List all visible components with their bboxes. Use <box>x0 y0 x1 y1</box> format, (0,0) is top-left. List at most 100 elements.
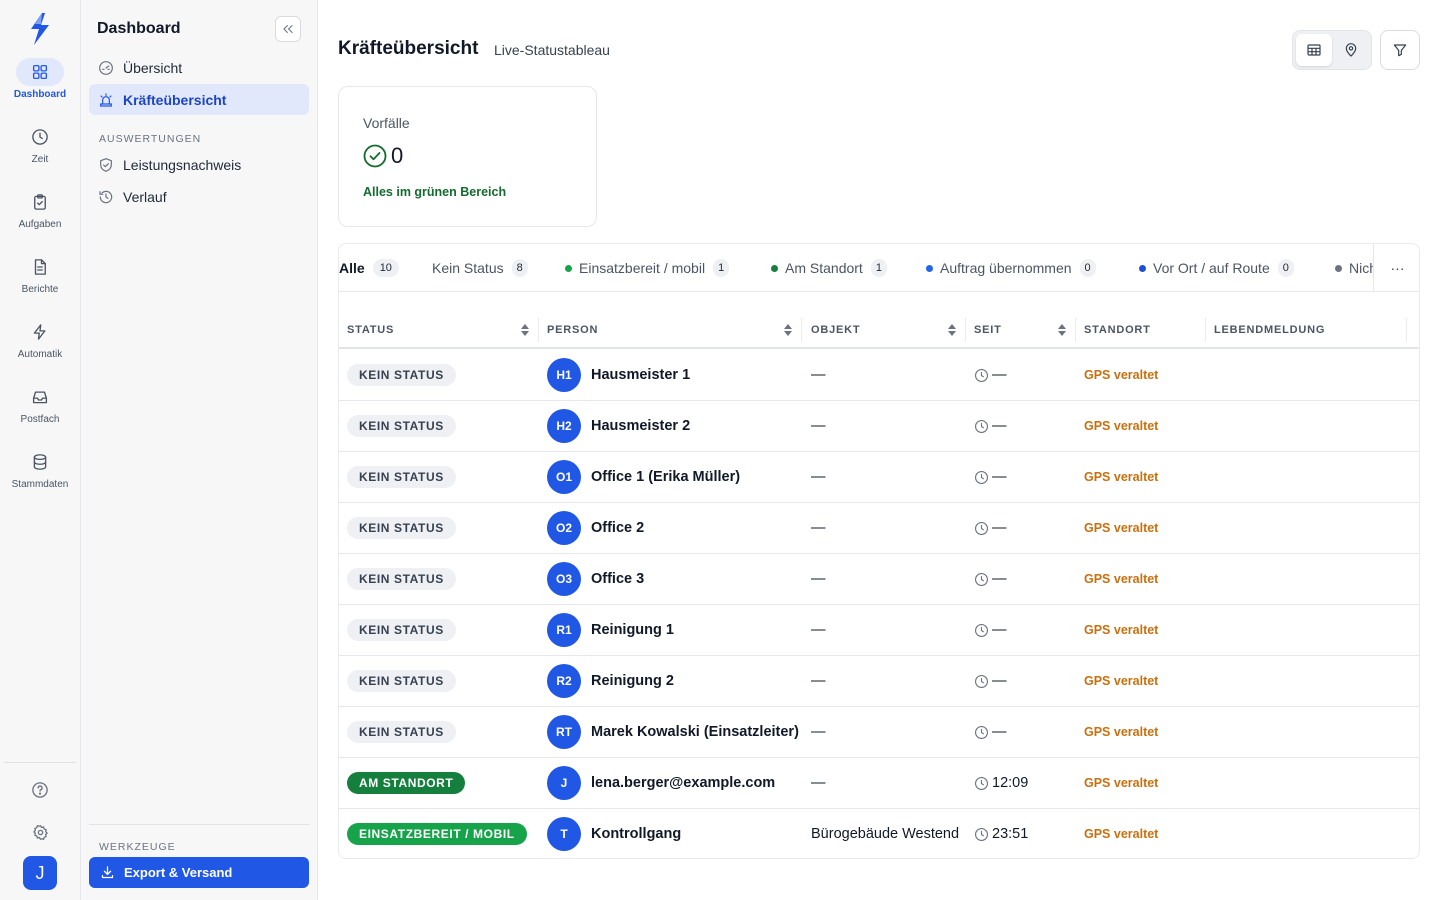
object-name: — <box>811 367 826 383</box>
rail-item-stammdaten[interactable]: Stammdaten <box>0 448 80 508</box>
table-view-button[interactable] <box>1296 34 1332 66</box>
rail-item-label: Stammdaten <box>11 479 69 490</box>
tab-auftrag-übernommen[interactable]: Auftrag übernommen 0 <box>926 244 1096 291</box>
filter-icon <box>1393 44 1407 57</box>
inbox-icon <box>16 383 64 411</box>
table-row[interactable]: KEIN STATUS RT Marek Kowalski (Einsatzleit… <box>339 707 1419 758</box>
since-value: — <box>992 418 1007 434</box>
status-badge: KEIN STATUS <box>347 721 456 743</box>
subnav-item-leistungsnachweis[interactable]: Leistungsnachweis <box>89 149 309 180</box>
rail-divider <box>4 762 76 763</box>
download-icon <box>99 865 115 881</box>
user-avatar[interactable]: J <box>23 856 57 890</box>
table-row[interactable]: AM STANDORT Jlena.berger@example.com — 12:0… <box>339 758 1419 809</box>
status-filter-tabs: Alle 10 Kein Status 8 Einsatzbereit / mobil 1… <box>339 244 1373 292</box>
rail-item-automatik[interactable]: Automatik <box>0 318 80 378</box>
object-name: — <box>811 469 826 485</box>
rail-item-zeit[interactable]: Zeit <box>0 123 80 183</box>
column-header-standort: STANDORT <box>1084 323 1151 336</box>
table-row[interactable]: KEIN STATUS R2 Reinigung 2 — — GPS veraltet <box>339 656 1419 707</box>
object-name: — <box>811 571 826 587</box>
column-header-seit[interactable]: SEIT <box>974 312 1002 347</box>
column-divider <box>538 318 539 342</box>
clock-icon <box>974 521 989 536</box>
app-rail: Dashboard Zeit Aufgaben Berichte Automatik Po… <box>0 0 81 900</box>
map-view-button[interactable] <box>1333 34 1369 66</box>
table-icon <box>1307 44 1321 56</box>
rail-item-label: Postfach <box>20 414 60 425</box>
document-icon <box>16 253 64 281</box>
table-row[interactable]: KEIN STATUS H2 Hausmeister 2 — — GPS veraltet <box>339 401 1419 452</box>
tab-count-badge: 1 <box>713 259 730 277</box>
page-subtitle: Live-Statustableau <box>494 42 610 58</box>
tab-am-standort[interactable]: Am Standort 1 <box>771 244 887 291</box>
person-name: Hausmeister 1 <box>591 367 691 383</box>
subnav-item-label: Leistungsnachweis <box>123 156 242 173</box>
incidents-card: Vorfälle 0 Alles im grünen Bereich <box>338 86 597 227</box>
rail-item-berichte[interactable]: Berichte <box>0 253 80 313</box>
person-name: Office 1 (Erika Müller) <box>591 469 741 485</box>
tab-vor-ort-auf-route[interactable]: Vor Ort / auf Route 0 <box>1139 244 1294 291</box>
subnav-item-kraefteuebersicht[interactable]: Kräfteübersicht <box>89 84 309 115</box>
export-button[interactable]: Export & Versand <box>89 857 309 888</box>
column-header-person[interactable]: PERSON <box>547 312 598 347</box>
since-value: — <box>992 571 1007 587</box>
filter-button[interactable] <box>1380 30 1420 70</box>
table-row[interactable]: KEIN STATUS O1 Office 1 (Erika Müller) — — GP… <box>339 452 1419 503</box>
sort-icon[interactable] <box>1057 312 1067 347</box>
clock-icon <box>974 419 989 434</box>
sort-icon[interactable] <box>947 312 957 347</box>
person-avatar: J <box>547 766 581 800</box>
rail-item-dashboard[interactable]: Dashboard <box>0 58 80 118</box>
rail-item-label: Automatik <box>17 349 63 360</box>
help-icon[interactable] <box>24 774 56 806</box>
since-value: — <box>992 673 1007 689</box>
person-avatar: R1 <box>547 613 581 647</box>
app-logo-icon[interactable] <box>26 12 54 46</box>
incidents-count: 0 <box>391 143 404 168</box>
status-badge: KEIN STATUS <box>347 364 456 386</box>
person-name: Reinigung 2 <box>591 673 674 689</box>
status-dot <box>565 264 572 272</box>
tab-kein-status[interactable]: Kein Status 8 <box>432 244 528 291</box>
subnav-item-label: Kräfteübersicht <box>123 91 227 108</box>
subnav-title: Dashboard <box>97 20 181 37</box>
person-avatar: T <box>547 817 581 851</box>
view-toggle <box>1292 30 1372 70</box>
table-row[interactable]: KEIN STATUS H1 Hausmeister 1 — — GPS veraltet <box>339 350 1419 401</box>
column-header-objekt[interactable]: OBJEKT <box>811 312 860 347</box>
clock-icon <box>974 623 989 638</box>
tab-einsatzbereit-mobil[interactable]: Einsatzbereit / mobil 1 <box>565 244 730 291</box>
rail-item-postfach[interactable]: Postfach <box>0 383 80 443</box>
grid-icon <box>16 58 64 86</box>
status-dot <box>1335 264 1342 272</box>
since-value: — <box>992 622 1007 638</box>
tab-nicht[interactable]: Nicht <box>1335 244 1373 291</box>
sort-icon[interactable] <box>783 312 793 347</box>
rail-item-label: Dashboard <box>13 89 67 100</box>
tab-count-badge: 10 <box>372 259 399 277</box>
rail-item-aufgaben[interactable]: Aufgaben <box>0 188 80 248</box>
table-row[interactable]: KEIN STATUS R1 Reinigung 1 — — GPS veraltet <box>339 605 1419 656</box>
gear-icon[interactable] <box>24 816 56 848</box>
tab-label: Kein Status <box>432 260 504 276</box>
location-status: GPS veraltet <box>1084 725 1159 739</box>
more-tabs-button[interactable]: ··· <box>1373 244 1419 292</box>
tab-alle[interactable]: Alle 10 <box>339 244 399 291</box>
table-row[interactable]: KEIN STATUS O2 Office 2 — — GPS veraltet <box>339 503 1419 554</box>
status-dot <box>771 264 778 272</box>
table-row[interactable]: KEIN STATUS O3 Office 3 — — GPS veraltet <box>339 554 1419 605</box>
column-header-status[interactable]: STATUS <box>347 312 394 347</box>
location-status: GPS veraltet <box>1084 674 1159 688</box>
clock-icon <box>974 368 989 383</box>
table-row[interactable]: EINSATZBEREIT / MOBIL T Kontrollgang Büroge… <box>339 809 1419 858</box>
location-status: GPS veraltet <box>1084 419 1159 433</box>
status-dot <box>1139 264 1146 272</box>
since-value: 23:51 <box>992 826 1029 842</box>
subnav-item-uebersicht[interactable]: Übersicht <box>89 52 309 83</box>
tab-count-badge: 8 <box>511 259 528 277</box>
sort-icon[interactable] <box>520 312 530 347</box>
more-icon: ··· <box>1390 259 1405 276</box>
subnav-item-verlauf[interactable]: Verlauf <box>89 181 309 212</box>
collapse-sidebar-button[interactable] <box>275 16 301 42</box>
